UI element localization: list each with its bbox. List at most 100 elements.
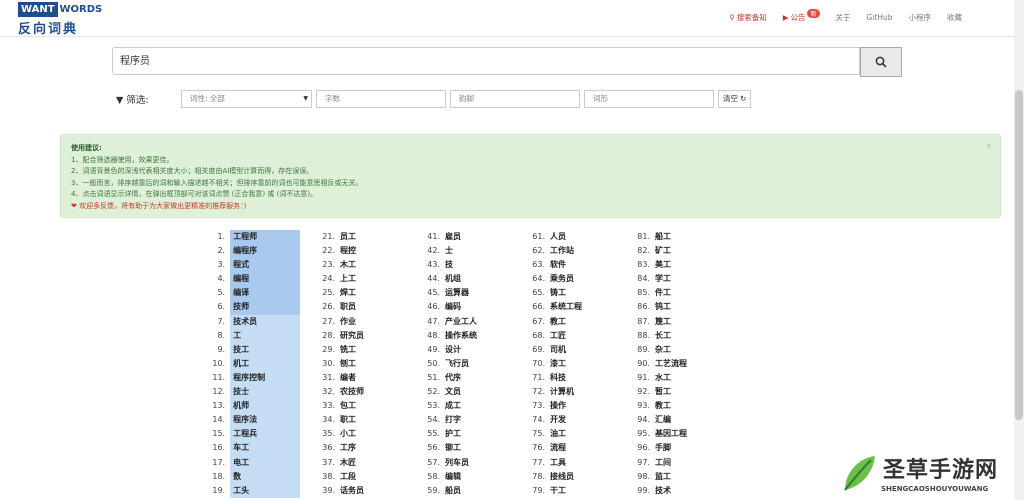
result-word[interactable]: 工程兵 <box>230 427 300 442</box>
result-item[interactable]: 90. 工艺流程 <box>620 357 720 371</box>
result-item[interactable]: 22. 程控 <box>305 244 405 258</box>
result-word[interactable]: 操作 <box>550 399 566 413</box>
result-item[interactable]: 33. 包工 <box>305 399 405 413</box>
result-item[interactable]: 45. 运算器 <box>410 286 510 300</box>
result-word[interactable]: 长工 <box>655 329 671 343</box>
result-word[interactable]: 工作站 <box>550 244 574 258</box>
result-item[interactable]: 71. 科技 <box>515 371 615 385</box>
result-item[interactable]: 39. 话务员 <box>305 484 405 498</box>
result-item[interactable]: 95. 基因工程 <box>620 427 720 441</box>
result-item[interactable]: 52. 文员 <box>410 385 510 399</box>
result-word[interactable]: 工具 <box>550 456 566 470</box>
result-word[interactable]: 编者 <box>340 371 356 385</box>
result-word[interactable]: 员工 <box>340 230 356 244</box>
result-word[interactable]: 电工 <box>230 455 300 470</box>
result-word[interactable]: 技士 <box>230 385 300 400</box>
result-item[interactable]: 84. 学工 <box>620 272 720 286</box>
result-word[interactable]: 车工 <box>230 441 300 456</box>
result-item[interactable]: 48. 操作系统 <box>410 329 510 343</box>
result-word[interactable]: 机工 <box>230 356 300 371</box>
result-item[interactable]: 94. 汇编 <box>620 413 720 427</box>
result-item[interactable]: 24. 上工 <box>305 272 405 286</box>
result-word[interactable]: 汇编 <box>655 413 671 427</box>
result-item[interactable]: 56. 铆工 <box>410 441 510 455</box>
result-item[interactable]: 67. 教工 <box>515 315 615 329</box>
result-item[interactable]: 32. 农技师 <box>305 385 405 399</box>
result-word[interactable]: 科技 <box>550 371 566 385</box>
result-word[interactable]: 设计 <box>445 343 461 357</box>
result-word[interactable]: 工头 <box>230 483 300 498</box>
result-word[interactable]: 教工 <box>655 399 671 413</box>
result-word[interactable]: 作业 <box>340 315 356 329</box>
result-item[interactable]: 12. 技士 <box>200 385 300 400</box>
result-item[interactable]: 69. 司机 <box>515 343 615 357</box>
result-item[interactable]: 6. 技师 <box>200 300 300 315</box>
scrollbar-thumb[interactable] <box>1015 90 1023 420</box>
result-item[interactable]: 1. 工程师 <box>200 230 300 245</box>
result-item[interactable]: 91. 水工 <box>620 371 720 385</box>
result-word[interactable]: 成工 <box>445 399 461 413</box>
result-item[interactable]: 31. 编者 <box>305 371 405 385</box>
result-item[interactable]: 9. 技工 <box>200 342 300 357</box>
result-word[interactable]: 工艺流程 <box>655 357 687 371</box>
result-item[interactable]: 89. 杂工 <box>620 343 720 357</box>
result-word[interactable]: 程序控制 <box>230 370 300 386</box>
result-word[interactable]: 工段 <box>340 470 356 484</box>
result-item[interactable]: 16. 车工 <box>200 441 300 456</box>
result-item[interactable]: 58. 编辑 <box>410 470 510 484</box>
result-item[interactable]: 8. 工 <box>200 328 300 343</box>
result-word[interactable]: 刨工 <box>340 357 356 371</box>
result-word[interactable]: 编译 <box>230 286 300 301</box>
result-word[interactable]: 系统工程 <box>550 300 582 314</box>
result-item[interactable]: 55. 护工 <box>410 427 510 441</box>
result-item[interactable]: 11. 程序控制 <box>200 370 300 386</box>
result-word[interactable]: 工 <box>230 328 300 343</box>
result-item[interactable]: 47. 产业工人 <box>410 315 510 329</box>
result-word[interactable]: 工序 <box>340 441 356 455</box>
result-item[interactable]: 35. 小工 <box>305 427 405 441</box>
result-item[interactable]: 54. 打字 <box>410 413 510 427</box>
result-item[interactable]: 64. 乘务员 <box>515 272 615 286</box>
result-item[interactable]: 15. 工程兵 <box>200 427 300 442</box>
result-item[interactable]: 96. 手脚 <box>620 441 720 455</box>
close-icon[interactable]: × <box>985 140 992 152</box>
result-word[interactable]: 程序法 <box>230 413 300 428</box>
clear-button[interactable]: 清空 ↻ <box>718 90 752 108</box>
result-item[interactable]: 92. 暂工 <box>620 385 720 399</box>
result-item[interactable]: 17. 电工 <box>200 455 300 470</box>
result-item[interactable]: 93. 教工 <box>620 399 720 413</box>
result-word[interactable]: 工程师 <box>230 230 300 245</box>
nav-notice[interactable]: ▶ 公告 新 <box>783 9 820 23</box>
result-item[interactable]: 46. 编码 <box>410 300 510 314</box>
result-item[interactable]: 19. 工头 <box>200 483 300 498</box>
result-word[interactable]: 暂工 <box>655 385 671 399</box>
result-word[interactable]: 船工 <box>655 230 671 244</box>
result-item[interactable]: 49. 设计 <box>410 343 510 357</box>
result-word[interactable]: 干工 <box>550 484 566 498</box>
result-word[interactable]: 运算器 <box>445 286 469 300</box>
result-word[interactable]: 雇员 <box>445 230 461 244</box>
result-word[interactable]: 飞行员 <box>445 357 469 371</box>
page-scrollbar[interactable] <box>1014 0 1024 500</box>
result-word[interactable]: 产业工人 <box>445 315 477 329</box>
result-item[interactable]: 14. 程序法 <box>200 413 300 428</box>
result-word[interactable]: 工匠 <box>550 329 566 343</box>
search-input[interactable]: 程序员 <box>112 47 860 75</box>
result-item[interactable]: 42. 士 <box>410 244 510 258</box>
result-word[interactable]: 铆工 <box>445 441 461 455</box>
result-item[interactable]: 29. 铣工 <box>305 343 405 357</box>
result-word[interactable]: 件工 <box>655 286 671 300</box>
result-word[interactable]: 美工 <box>655 258 671 272</box>
result-item[interactable]: 43. 技 <box>410 258 510 272</box>
result-item[interactable]: 97. 工间 <box>620 456 720 470</box>
result-word[interactable]: 代序 <box>445 371 461 385</box>
result-item[interactable]: 34. 职工 <box>305 413 405 427</box>
result-item[interactable]: 27. 作业 <box>305 315 405 329</box>
logo[interactable]: WANT WORDS 反向词典 <box>18 2 110 37</box>
nav-feedback[interactable]: ⚲ 搜索备知 <box>729 12 767 23</box>
result-word[interactable]: 编程 <box>230 272 300 287</box>
result-item[interactable]: 13. 机师 <box>200 399 300 414</box>
result-word[interactable]: 铸工 <box>550 286 566 300</box>
result-item[interactable]: 26. 职员 <box>305 300 405 314</box>
result-item[interactable]: 88. 长工 <box>620 329 720 343</box>
